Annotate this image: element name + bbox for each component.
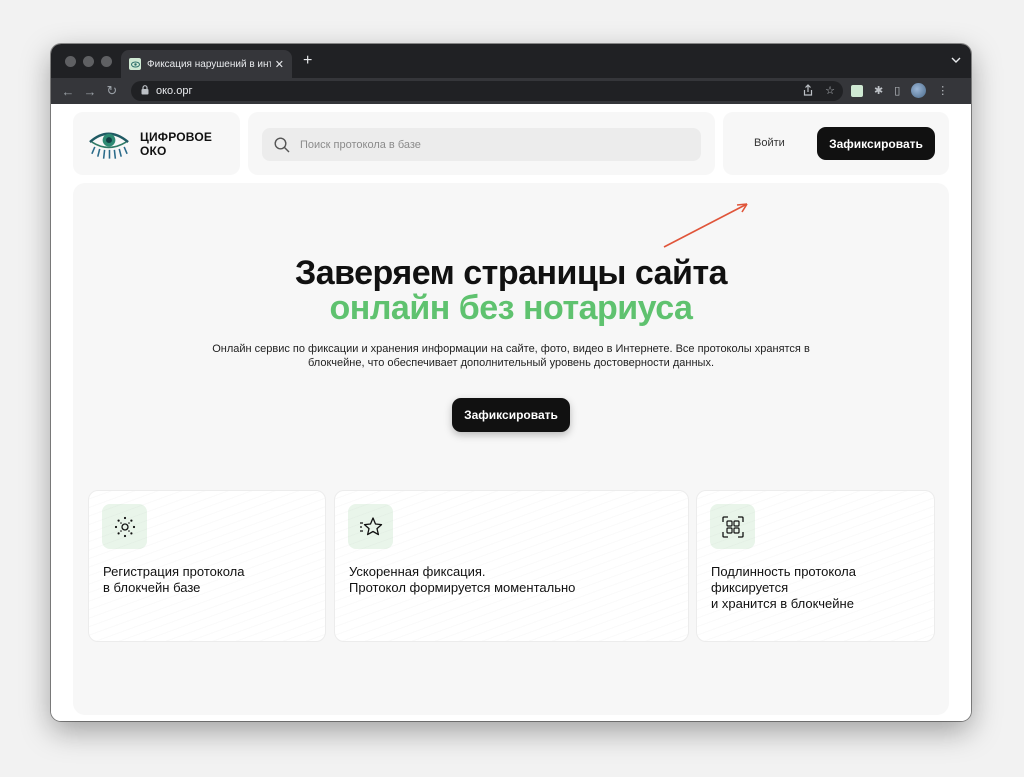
close-window-button[interactable] xyxy=(65,56,76,67)
new-tab-button[interactable]: + xyxy=(303,52,312,70)
feature-text: Ускоренная фиксация. Протокол формируетс… xyxy=(349,564,575,596)
header-fix-button[interactable]: Зафиксировать xyxy=(817,127,935,160)
browser-tab-bar: Фиксация нарушений в интер ✕ + xyxy=(51,44,971,78)
eye-logo-icon xyxy=(89,132,129,159)
search-card: Поиск протокола в базе xyxy=(248,112,715,175)
hero-description: Онлайн сервис по фиксации и хранения инф… xyxy=(212,343,810,369)
feature-text: Подлинность протокола фиксируется и хран… xyxy=(711,564,856,612)
reload-icon[interactable]: ↻ xyxy=(101,83,123,99)
bookmark-star-icon[interactable]: ☆ xyxy=(825,84,835,99)
feature-card-fast: Ускоренная фиксация. Протокол формируетс… xyxy=(334,490,689,642)
annotation-arrow-icon xyxy=(663,203,748,248)
browser-tab[interactable]: Фиксация нарушений в интер ✕ xyxy=(121,50,292,78)
logo-text: ЦИФРОВОЕ ОКО xyxy=(140,129,213,158)
minimize-window-button[interactable] xyxy=(83,56,94,67)
login-link[interactable]: Войти xyxy=(754,137,785,149)
feature-line: и хранится в блокчейне xyxy=(711,596,854,611)
share-icon[interactable] xyxy=(803,84,813,99)
logo-card[interactable]: ЦИФРОВОЕ ОКО xyxy=(73,112,240,175)
browser-toolbar: ← → ↻ око.орг ☆ ✱ ▯ ⋮ xyxy=(51,78,971,104)
site-favicon-icon xyxy=(129,58,141,70)
hero-title-accent: онлайн без нотариуса xyxy=(329,289,693,327)
extension-icon[interactable] xyxy=(851,84,863,97)
hero-section: Заверяем страницы сайта онлайн без нотар… xyxy=(73,183,949,715)
extensions-area: ✱ ▯ ⋮ xyxy=(851,83,948,98)
feature-line: в блокчейн базе xyxy=(103,580,201,595)
browser-window: Фиксация нарушений в интер ✕ + ← → ↻ око… xyxy=(51,44,971,721)
feature-line: Протокол формируется моментально xyxy=(349,580,576,595)
side-panel-icon[interactable]: ▯ xyxy=(894,84,900,97)
lock-icon xyxy=(141,85,149,97)
scan-icon xyxy=(710,504,755,549)
search-icon xyxy=(274,136,290,152)
search-input[interactable]: Поиск протокола в базе xyxy=(262,128,701,161)
maximize-window-button[interactable] xyxy=(101,56,112,67)
menu-kebab-icon[interactable]: ⋮ xyxy=(937,84,948,97)
feature-line: фиксируется xyxy=(711,580,789,595)
window-controls xyxy=(65,56,112,67)
hero-title: Заверяем страницы сайта xyxy=(294,254,728,292)
tab-search-chevron-icon[interactable] xyxy=(951,55,961,66)
feature-line: Регистрация протокола xyxy=(103,564,245,579)
forward-arrow-icon[interactable]: → xyxy=(79,84,101,99)
profile-avatar[interactable] xyxy=(911,83,927,98)
omnibox-actions: ☆ xyxy=(803,84,835,99)
hero-fix-button[interactable]: Зафиксировать xyxy=(452,398,570,432)
feature-text: Регистрация протокола в блокчейн базе xyxy=(103,564,244,596)
address-bar[interactable]: око.орг ☆ xyxy=(131,81,843,101)
url-text: око.орг xyxy=(156,85,193,97)
feature-line: Подлинность протокола xyxy=(711,564,856,579)
web-page: ЦИФРОВОЕ ОКО Поиск протокола в базе Войт… xyxy=(51,104,971,721)
star-icon xyxy=(348,504,393,549)
tab-title: Фиксация нарушений в интер xyxy=(147,58,271,70)
feature-line: Ускоренная фиксация. xyxy=(349,564,486,579)
back-arrow-icon[interactable]: ← xyxy=(57,84,79,99)
puzzle-extensions-icon[interactable]: ✱ xyxy=(874,84,883,97)
tab-close-icon[interactable]: ✕ xyxy=(275,58,284,71)
feature-card-authenticity: Подлинность протокола фиксируется и хран… xyxy=(696,490,935,642)
blockchain-icon xyxy=(102,504,147,549)
search-placeholder: Поиск протокола в базе xyxy=(300,138,421,151)
feature-card-blockchain: Регистрация протокола в блокчейн базе xyxy=(88,490,326,642)
auth-card: Войти Зафиксировать xyxy=(723,112,949,175)
